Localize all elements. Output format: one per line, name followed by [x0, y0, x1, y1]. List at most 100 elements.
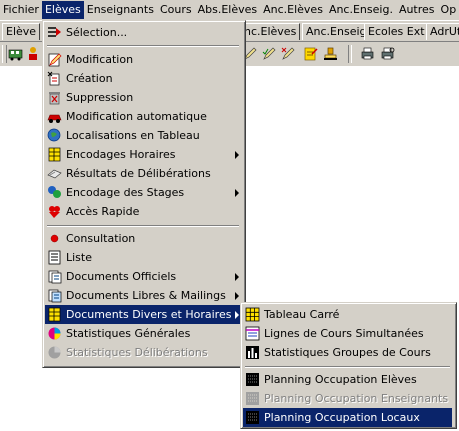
- menu-item-suppression[interactable]: Suppression: [45, 88, 241, 107]
- tab-adrut[interactable]: AdrUt: [426, 23, 459, 40]
- submenu-arrow-icon: [235, 273, 239, 281]
- menu-item-statistiques-deliberations[interactable]: Statistiques Délibérations: [45, 343, 241, 362]
- selection-icon: [48, 27, 61, 37]
- menu-item-label: Statistiques Délibérations: [66, 346, 208, 359]
- notepad-icon[interactable]: [303, 46, 318, 61]
- menu-separator: [47, 225, 239, 227]
- menu-item-resultats[interactable]: Résultats de Délibérations: [45, 164, 241, 183]
- planning-icon: [246, 373, 259, 386]
- menu-separator: [47, 45, 239, 47]
- auto-modify-icon: [47, 114, 62, 123]
- results-icon: [47, 169, 62, 179]
- submenu-arrow-icon: [235, 311, 239, 319]
- bus-icon[interactable]: [8, 46, 23, 61]
- people-icon[interactable]: [26, 46, 41, 61]
- submenu-item-lignes-cours[interactable]: Lignes de Cours Simultanées: [243, 324, 452, 343]
- menu-fichier[interactable]: Fichier: [0, 1, 42, 19]
- official-docs-icon: [48, 270, 62, 284]
- menu-enseignants[interactable]: Enseignants: [84, 1, 157, 19]
- menu-separator: [245, 366, 450, 368]
- menu-eleves[interactable]: Elèves: [41, 1, 84, 19]
- menu-item-label: Accès Rapide: [66, 205, 140, 218]
- menu-item-label: Documents Divers et Horaires: [66, 308, 232, 321]
- menu-item-documents-divers[interactable]: Documents Divers et Horaires: [45, 305, 241, 324]
- menu-item-localisations[interactable]: Localisations en Tableau: [45, 126, 241, 145]
- submenu-item-tableau-carre[interactable]: Tableau Carré: [243, 305, 452, 324]
- modify-icon: [48, 53, 62, 67]
- eleves-menu: Sélection... Modification Création Suppr…: [42, 20, 246, 368]
- submenu-item-planning-locaux[interactable]: Planning Occupation Locaux: [243, 408, 452, 427]
- printer-icon[interactable]: [360, 46, 375, 61]
- tab-anc-enseig[interactable]: Anc.Enseig: [302, 23, 371, 40]
- lines-icon: [245, 326, 260, 341]
- menu-item-selection[interactable]: Sélection...: [45, 23, 241, 42]
- menu-item-label: Résultats de Délibérations: [66, 167, 211, 180]
- menu-item-modification-auto[interactable]: Modification automatique: [45, 107, 241, 126]
- print-preview-icon[interactable]: [380, 46, 395, 61]
- toolbar-separator: [348, 45, 352, 63]
- menu-anc-eleves[interactable]: Anc.Elèves: [260, 1, 326, 19]
- delete-icon: [49, 92, 60, 105]
- menu-item-label: Modification: [66, 53, 134, 66]
- menu-abs-eleves[interactable]: Abs.Elèves: [195, 1, 261, 19]
- submenu-arrow-icon: [235, 189, 239, 197]
- menu-bar: Fichier Elèves Enseignants Cours Abs.Elè…: [0, 0, 459, 20]
- submenu-item-label: Lignes de Cours Simultanées: [264, 327, 424, 340]
- menu-item-label: Documents Libres & Mailings: [66, 289, 226, 302]
- menu-item-label: Consultation: [66, 232, 136, 245]
- tab-eleve[interactable]: Elève: [2, 23, 41, 40]
- group-stats-icon: [246, 346, 259, 359]
- tab-anc-eleves[interactable]: nc.Elèves: [240, 23, 301, 40]
- submenu-item-statistiques-groupes[interactable]: Statistiques Groupes de Cours: [243, 343, 452, 362]
- submenu-arrow-icon: [235, 292, 239, 300]
- submenu-item-label: Statistiques Groupes de Cours: [264, 346, 431, 359]
- menu-item-label: Documents Officiels: [66, 270, 177, 283]
- menu-item-label: Localisations en Tableau: [66, 129, 200, 142]
- create-icon: [47, 71, 60, 86]
- submenu-item-label: Planning Occupation Locaux: [264, 411, 420, 424]
- menu-item-acces-rapide[interactable]: Accès Rapide: [45, 202, 241, 221]
- menu-autres[interactable]: Autres: [396, 1, 438, 19]
- location-table-icon: [47, 128, 61, 142]
- submenu-item-planning-enseignants[interactable]: Planning Occupation Enseignants: [243, 389, 452, 408]
- menu-item-label: Encodages Horaires: [66, 148, 176, 161]
- submenu-item-planning-eleves[interactable]: Planning Occupation Elèves: [243, 370, 452, 389]
- documents-divers-submenu: Tableau Carré Lignes de Cours Simultanée…: [240, 302, 457, 429]
- toolbar-grip[interactable]: [2, 45, 7, 63]
- tab-ecoles-ext[interactable]: Ecoles Ext: [364, 23, 429, 40]
- menu-item-documents-officiels[interactable]: Documents Officiels: [45, 267, 241, 286]
- menu-item-modification[interactable]: Modification: [45, 50, 241, 69]
- pencil-cross-icon[interactable]: [281, 46, 296, 61]
- misc-docs-icon: [48, 307, 61, 322]
- menu-item-label: Liste: [66, 251, 92, 264]
- menu-item-creation[interactable]: Création: [45, 69, 241, 88]
- stats-icon: [48, 327, 61, 340]
- stats-delib-icon: [48, 346, 61, 359]
- menu-item-documents-libres[interactable]: Documents Libres & Mailings: [45, 286, 241, 305]
- list-icon: [48, 250, 61, 265]
- submenu-item-label: Planning Occupation Elèves: [264, 373, 417, 386]
- menu-item-liste[interactable]: Liste: [45, 248, 241, 267]
- menu-item-label: Modification automatique: [66, 110, 207, 123]
- free-docs-icon: [48, 289, 62, 303]
- menu-item-label: Sélection...: [66, 26, 128, 39]
- consultation-icon: [50, 234, 59, 243]
- menu-item-encodages-horaires[interactable]: Encodages Horaires: [45, 145, 241, 164]
- menu-item-statistiques-generales[interactable]: Statistiques Générales: [45, 324, 241, 343]
- menu-item-consultation[interactable]: Consultation: [45, 229, 241, 248]
- menu-item-label: Encodage des Stages: [66, 186, 185, 199]
- pencil-check-icon[interactable]: [262, 46, 277, 61]
- menu-anc-enseig[interactable]: Anc.Enseig.: [326, 1, 396, 19]
- planning-icon: [246, 392, 259, 405]
- submenu-item-label: Tableau Carré: [264, 308, 340, 321]
- menu-item-label: Statistiques Générales: [66, 327, 191, 340]
- submenu-item-label: Planning Occupation Enseignants: [264, 392, 449, 405]
- stamp-icon[interactable]: [323, 46, 338, 61]
- menu-item-label: Création: [66, 72, 113, 85]
- menu-item-encodage-stages[interactable]: Encodage des Stages: [45, 183, 241, 202]
- menu-options[interactable]: Op: [438, 1, 459, 19]
- planning-icon: [246, 411, 259, 424]
- menu-cours[interactable]: Cours: [157, 1, 195, 19]
- menu-item-label: Suppression: [66, 91, 134, 104]
- quick-access-icon: [49, 206, 60, 218]
